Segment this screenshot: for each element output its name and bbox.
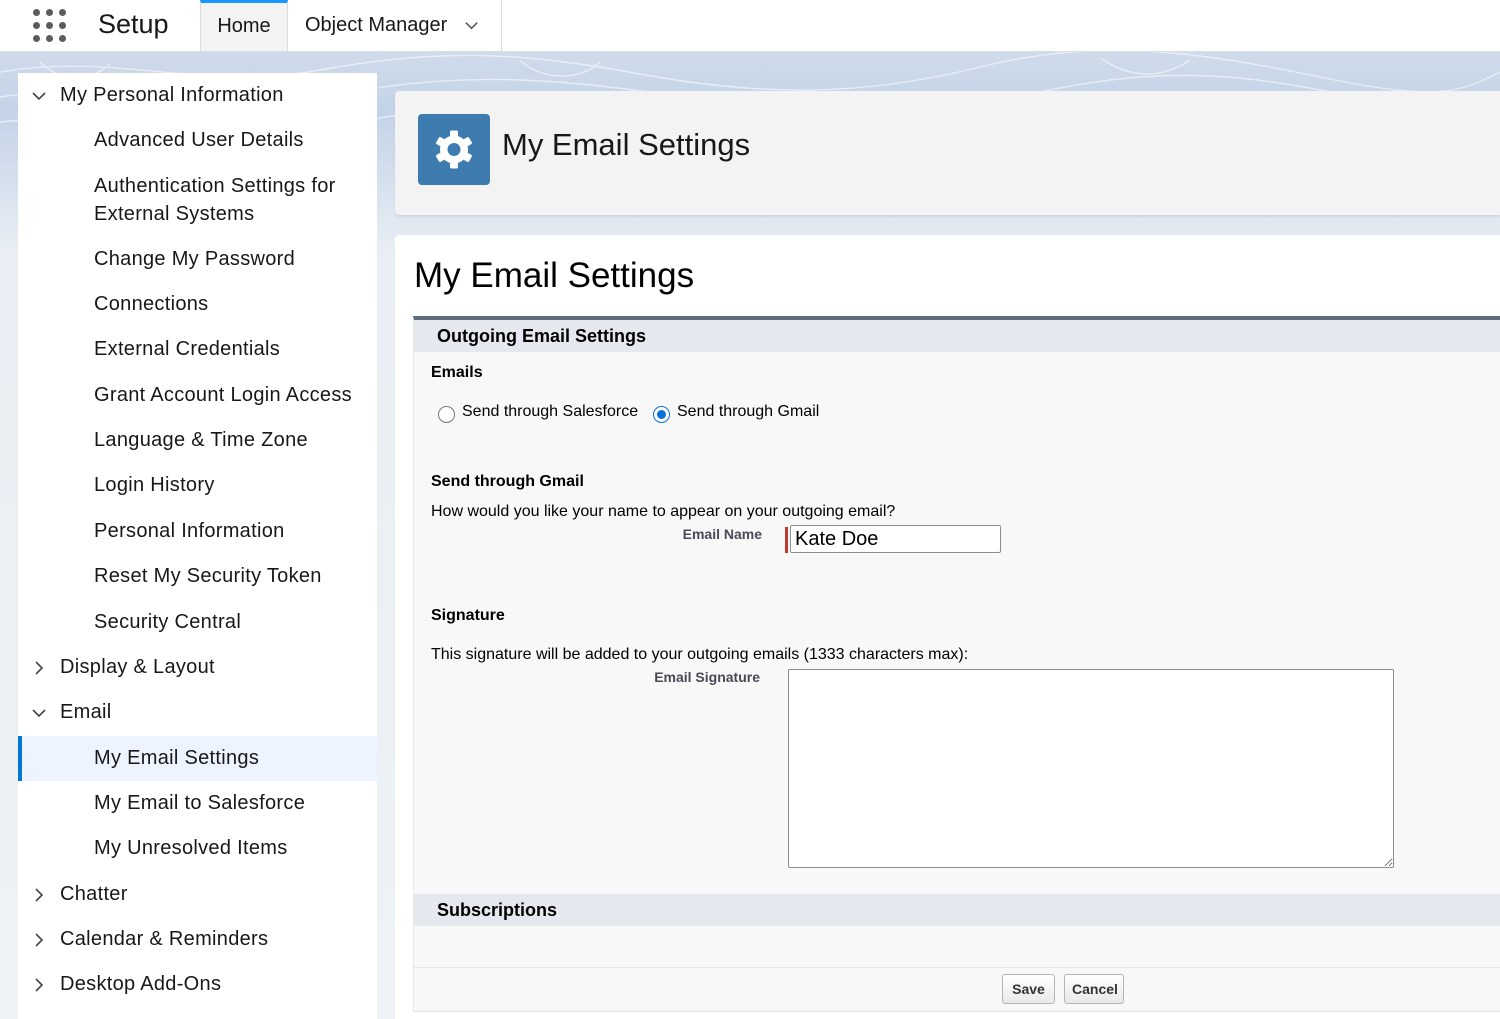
sidebar-item-display-layout[interactable]: Display & Layout xyxy=(18,645,377,690)
chevron-right-icon[interactable] xyxy=(31,887,47,903)
sidebar-item-label: External Credentials xyxy=(94,338,281,360)
sidebar-item-reset-my-security-token[interactable]: Reset My Security Token xyxy=(18,554,377,599)
email-settings-form: Outgoing Email Settings Emails Send thro… xyxy=(413,316,1500,1012)
chevron-down-icon[interactable] xyxy=(31,705,47,721)
sidebar-item-label: Grant Account Login Access xyxy=(94,384,352,406)
sidebar-item-grant-account-login-access[interactable]: Grant Account Login Access xyxy=(18,373,377,418)
sidebar-item-label: My Unresolved Items xyxy=(94,837,288,859)
gear-icon xyxy=(418,114,490,185)
chevron-right-icon[interactable] xyxy=(31,932,47,948)
tab-home[interactable]: Home xyxy=(200,0,288,51)
sidebar-item-label-line2: External Systems xyxy=(94,203,255,225)
app-launcher-grid-icon[interactable] xyxy=(33,9,67,43)
sidebar-item-language-time-zone[interactable]: Language & Time Zone xyxy=(18,418,377,463)
sidebar-item-advanced-user-details[interactable]: Advanced User Details xyxy=(18,118,377,163)
signature-subheading: Signature xyxy=(431,607,505,624)
radio-label-gmail[interactable]: Send through Gmail xyxy=(677,403,819,421)
sidebar-item-label: Display & Layout xyxy=(60,656,215,678)
sidebar-item-label: Security Central xyxy=(94,611,242,633)
required-indicator xyxy=(785,527,788,553)
gmail-question: How would you like your name to appear o… xyxy=(431,503,896,520)
app-title: Setup xyxy=(98,9,169,39)
radio-send-through-gmail[interactable] xyxy=(653,406,670,423)
sidebar-item-label: Authentication Settings for External Syst… xyxy=(94,172,336,228)
emails-label: Emails xyxy=(431,364,483,381)
email-signature-textarea[interactable] xyxy=(788,669,1394,868)
sidebar-item-calendar-reminders[interactable]: Calendar & Reminders xyxy=(18,917,377,962)
chevron-down-icon[interactable] xyxy=(464,18,479,33)
sidebar-item-my-personal-information[interactable]: My Personal Information xyxy=(18,73,377,118)
sidebar-item-label: My Email Settings xyxy=(94,747,260,769)
sidebar-item-label: Language & Time Zone xyxy=(94,429,308,451)
sidebar-item-external-credentials[interactable]: External Credentials xyxy=(18,327,377,372)
tab-object-manager[interactable]: Object Manager xyxy=(288,0,502,51)
sidebar-item-authentication-settings[interactable]: Authentication Settings for External Syst… xyxy=(18,172,377,240)
sidebar-item-label: My Personal Information xyxy=(60,84,284,106)
sidebar-item-my-unresolved-items[interactable]: My Unresolved Items xyxy=(18,826,377,871)
email-name-input[interactable] xyxy=(790,525,1001,553)
chevron-right-icon[interactable] xyxy=(31,660,47,676)
signature-help-text: This signature will be added to your out… xyxy=(431,646,969,663)
sidebar-item-label: Change My Password xyxy=(94,248,296,270)
sidebar-item-label-line1: Authentication Settings for xyxy=(94,175,336,197)
save-button[interactable]: Save xyxy=(1002,974,1055,1004)
sidebar-item-desktop-add-ons[interactable]: Desktop Add-Ons xyxy=(18,962,377,1007)
page-header: My Email Settings xyxy=(395,91,1500,215)
sidebar-item-label: Chatter xyxy=(60,883,128,905)
sidebar-item-label: My Email to Salesforce xyxy=(94,792,306,814)
sidebar-item-security-central[interactable]: Security Central xyxy=(18,600,377,645)
sidebar-item-label: Connections xyxy=(94,293,209,315)
page-title: My Email Settings xyxy=(414,256,695,295)
sidebar-item-label: Calendar & Reminders xyxy=(60,928,269,950)
sidebar-item-label: Login History xyxy=(94,474,215,496)
sidebar-item-email[interactable]: Email xyxy=(18,690,377,735)
sidebar-item-label: Personal Information xyxy=(94,520,285,542)
sidebar-item-label: Advanced User Details xyxy=(94,129,304,151)
footer-divider xyxy=(414,967,1500,968)
tab-object-manager-label: Object Manager xyxy=(305,14,448,36)
sidebar-item-label: Desktop Add-Ons xyxy=(60,973,222,995)
sidebar-item-my-email-settings[interactable]: My Email Settings xyxy=(18,736,377,781)
sidebar-item-login-history[interactable]: Login History xyxy=(18,463,377,508)
sidebar-item-label: Reset My Security Token xyxy=(94,565,322,587)
chevron-right-icon[interactable] xyxy=(31,977,47,993)
main-content: My Email Settings Outgoing Email Setting… xyxy=(395,235,1500,1019)
sidebar-item-chatter[interactable]: Chatter xyxy=(18,872,377,917)
sidebar-item-my-email-to-salesforce[interactable]: My Email to Salesforce xyxy=(18,781,377,826)
chevron-down-icon[interactable] xyxy=(31,88,47,104)
cancel-button[interactable]: Cancel xyxy=(1064,974,1124,1004)
radio-label-salesforce[interactable]: Send through Salesforce xyxy=(462,403,638,421)
setup-sidebar: My Personal Information Advanced User De… xyxy=(18,73,377,1019)
sidebar-item-connections[interactable]: Connections xyxy=(18,282,377,327)
email-name-label: Email Name xyxy=(682,526,762,542)
page-header-title: My Email Settings xyxy=(502,127,751,162)
sidebar-item-change-my-password[interactable]: Change My Password xyxy=(18,237,377,282)
sidebar-item-label: Email xyxy=(60,701,112,723)
section-header-subscriptions: Subscriptions xyxy=(414,894,1500,926)
radio-send-through-salesforce[interactable] xyxy=(438,406,455,423)
sidebar-item-personal-information[interactable]: Personal Information xyxy=(18,509,377,554)
email-signature-label: Email Signature xyxy=(654,669,760,685)
section-header-outgoing-email: Outgoing Email Settings xyxy=(414,320,1500,352)
global-header: Setup Home Object Manager xyxy=(0,0,1500,52)
gmail-subheading: Send through Gmail xyxy=(431,473,584,490)
